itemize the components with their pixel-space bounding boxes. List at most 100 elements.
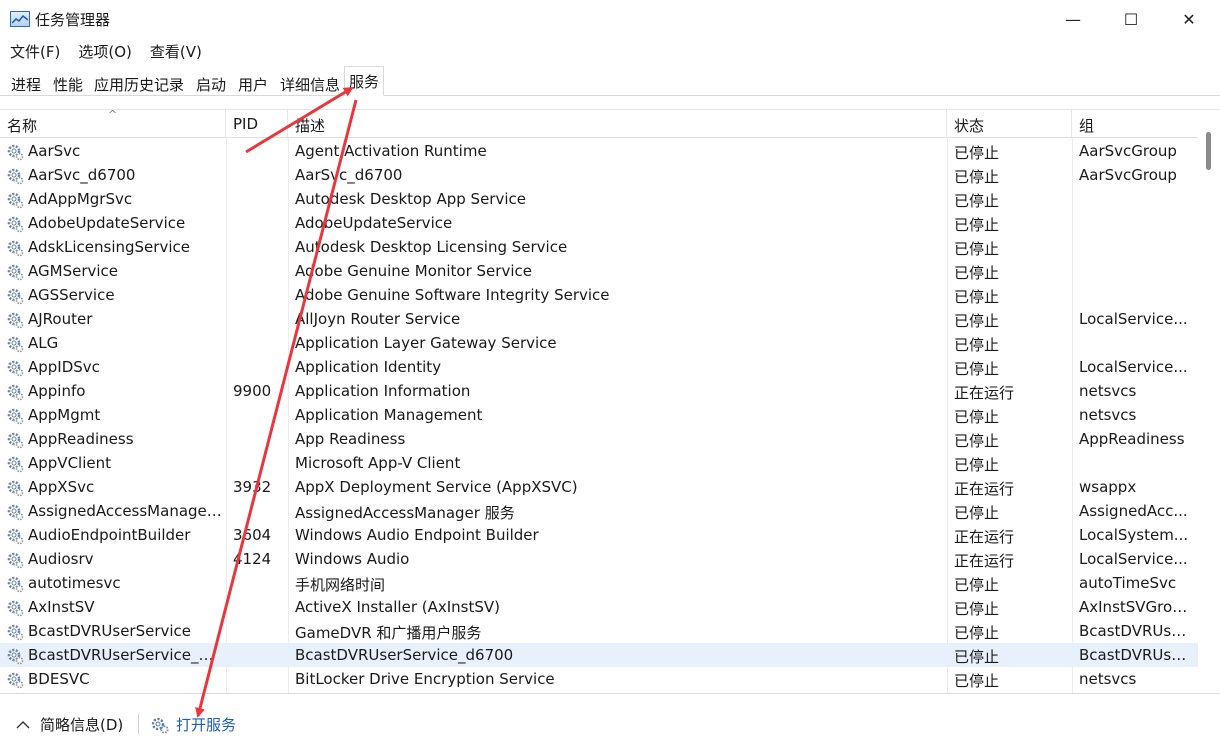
cell-pid: 9900	[233, 382, 272, 400]
gear-icon	[6, 335, 24, 353]
cell-name: AarSvc_d6700	[28, 166, 136, 184]
cell-group	[1079, 283, 1191, 307]
column-name[interactable]: 名称 ^	[0, 110, 226, 138]
cell-group: netsvcs	[1079, 670, 1137, 688]
tab-strip: 进程 性能 应用历史记录 启动 用户 详细信息 服务	[0, 66, 1220, 96]
cell-group	[1079, 331, 1191, 355]
column-pid[interactable]: PID	[226, 110, 288, 138]
table-row[interactable]: AppIDSvc Application Identity 已停止 LocalServ…	[0, 355, 1198, 379]
table-row[interactable]: AssignedAccessManager... AssignedAccessMa…	[0, 499, 1198, 523]
cell-description: ActiveX Installer (AxInstSV)	[295, 598, 501, 616]
table-row[interactable]: autotimesvc 手机网络时间 已停止 autoTimeSvc	[0, 571, 1198, 595]
table-row[interactable]: AppXSvc 3932 AppX Deployment Service (AppX…	[0, 475, 1198, 499]
table-row[interactable]: BcastDVRUserService_d6... BcastDVRUserSer…	[0, 643, 1198, 667]
cell-status: 已停止	[954, 456, 1000, 474]
gear-icon	[6, 263, 24, 281]
gear-icon	[6, 311, 24, 329]
fewer-details-button[interactable]: 简略信息(D)	[16, 714, 123, 735]
minimize-button[interactable]: —	[1044, 0, 1102, 38]
cell-status: 已停止	[954, 192, 1000, 210]
cell-name: AGSService	[28, 286, 115, 304]
tab-startup[interactable]: 启动	[191, 71, 231, 96]
cell-pid	[233, 427, 285, 451]
column-status[interactable]: 状态	[947, 110, 1072, 138]
menu-options[interactable]: 选项(O)	[78, 41, 132, 62]
tab-app-history[interactable]: 应用历史记录	[89, 71, 189, 96]
table-row[interactable]: AGMService Adobe Genuine Monitor Service 已…	[0, 259, 1198, 283]
cell-name: AdskLicensingService	[28, 238, 190, 256]
cell-status: 已停止	[954, 264, 1000, 282]
cell-pid	[233, 283, 285, 307]
tab-processes[interactable]: 进程	[6, 71, 46, 96]
table-row[interactable]: AarSvc_d6700 AarSvc_d6700 已停止 AarSvcGroup	[0, 163, 1198, 187]
tab-services[interactable]: 服务	[344, 66, 385, 96]
close-button[interactable]: ✕	[1160, 0, 1218, 38]
cell-group: BcastDVRUse...	[1079, 646, 1191, 664]
table-row[interactable]: AGSService Adobe Genuine Software Integri…	[0, 283, 1198, 307]
tab-details[interactable]: 详细信息	[275, 71, 345, 96]
cell-description: Adobe Genuine Software Integrity Service	[295, 286, 610, 304]
table-row[interactable]: AdAppMgrSvc Autodesk Desktop App Service 已…	[0, 187, 1198, 211]
table-row[interactable]: AJRouter AllJoyn Router Service 已停止 LocalSe…	[0, 307, 1198, 331]
menu-view[interactable]: 查看(V)	[150, 41, 202, 62]
scrollbar-thumb[interactable]	[1206, 132, 1211, 170]
cell-pid: 3932	[233, 478, 272, 496]
cell-pid	[233, 259, 285, 283]
table-row[interactable]: Audiosrv 4124 Windows Audio 正在运行 LocalServic…	[0, 547, 1198, 571]
gear-icon	[6, 287, 24, 305]
cell-name: AudioEndpointBuilder	[28, 526, 191, 544]
cell-name: BcastDVRUserService	[28, 622, 192, 640]
table-row[interactable]: BcastDVRUserService GameDVR 和广播用户服务 已停止 Bca…	[0, 619, 1198, 643]
vertical-scrollbar[interactable]	[1198, 110, 1220, 693]
table-row[interactable]: AudioEndpointBuilder 3604 Windows Audio En…	[0, 523, 1198, 547]
menu-bar: 文件(F) 选项(O) 查看(V)	[0, 38, 1220, 64]
cell-status: 已停止	[954, 360, 1000, 378]
maximize-button[interactable]: ☐	[1102, 0, 1160, 38]
column-description-label: 描述	[295, 117, 326, 135]
window-title: 任务管理器	[35, 11, 111, 29]
cell-status: 已停止	[954, 600, 1000, 618]
cell-pid	[233, 499, 285, 523]
cell-pid	[233, 355, 285, 379]
tab-users[interactable]: 用户	[233, 71, 273, 96]
gear-icon	[6, 191, 24, 209]
cell-status: 正在运行	[954, 384, 1015, 402]
services-icon	[151, 717, 169, 734]
cell-description: Autodesk Desktop App Service	[295, 190, 526, 208]
cell-status: 已停止	[954, 168, 1000, 186]
cell-description: Application Layer Gateway Service	[295, 334, 557, 352]
cell-description: BitLocker Drive Encryption Service	[295, 670, 555, 688]
table-row[interactable]: AdskLicensingService Autodesk Desktop Lic…	[0, 235, 1198, 259]
gear-icon	[6, 671, 24, 689]
tab-performance[interactable]: 性能	[48, 71, 88, 96]
cell-description: 手机网络时间	[295, 576, 386, 594]
cell-pid	[233, 571, 285, 595]
table-row[interactable]: BDESVC BitLocker Drive Encryption Service…	[0, 667, 1198, 691]
table-row[interactable]: AdobeUpdateService AdobeUpdateService 已停止	[0, 211, 1198, 235]
gear-icon	[6, 455, 24, 473]
cell-pid	[233, 403, 285, 427]
gear-icon	[6, 647, 24, 665]
table-row[interactable]: AppVClient Microsoft App-V Client 已停止	[0, 451, 1198, 475]
cell-description: Application Information	[295, 382, 471, 400]
column-name-label: 名称	[7, 117, 38, 135]
cell-name: AdAppMgrSvc	[28, 190, 133, 208]
cell-name: ALG	[28, 334, 59, 352]
open-services-link[interactable]: 打开服务	[150, 714, 236, 735]
task-manager-icon	[10, 11, 30, 27]
column-group[interactable]: 组	[1072, 110, 1198, 138]
cell-status: 已停止	[954, 240, 1000, 258]
menu-file[interactable]: 文件(F)	[10, 41, 60, 62]
table-row[interactable]: AppReadiness App Readiness 已停止 AppReadiness	[0, 427, 1198, 451]
table-row[interactable]: ALG Application Layer Gateway Service 已停止	[0, 331, 1198, 355]
table-row[interactable]: AxInstSV ActiveX Installer (AxInstSV) 已停止 A…	[0, 595, 1198, 619]
column-description[interactable]: 描述	[288, 110, 947, 138]
cell-status: 正在运行	[954, 480, 1015, 498]
table-row[interactable]: AarSvc Agent Activation Runtime 已停止 AarSvcG…	[0, 139, 1198, 163]
table-row[interactable]: AppMgmt Application Management 已停止 netsvcs	[0, 403, 1198, 427]
cell-description: Application Management	[295, 406, 483, 424]
table-row[interactable]: Appinfo 9900 Application Information 正在运行 ne…	[0, 379, 1198, 403]
maximize-icon: ☐	[1123, 9, 1139, 29]
gear-icon	[6, 527, 24, 545]
services-table: 名称 ^ PID 描述 状态 组 AarSvc Agent Activation …	[0, 109, 1220, 693]
